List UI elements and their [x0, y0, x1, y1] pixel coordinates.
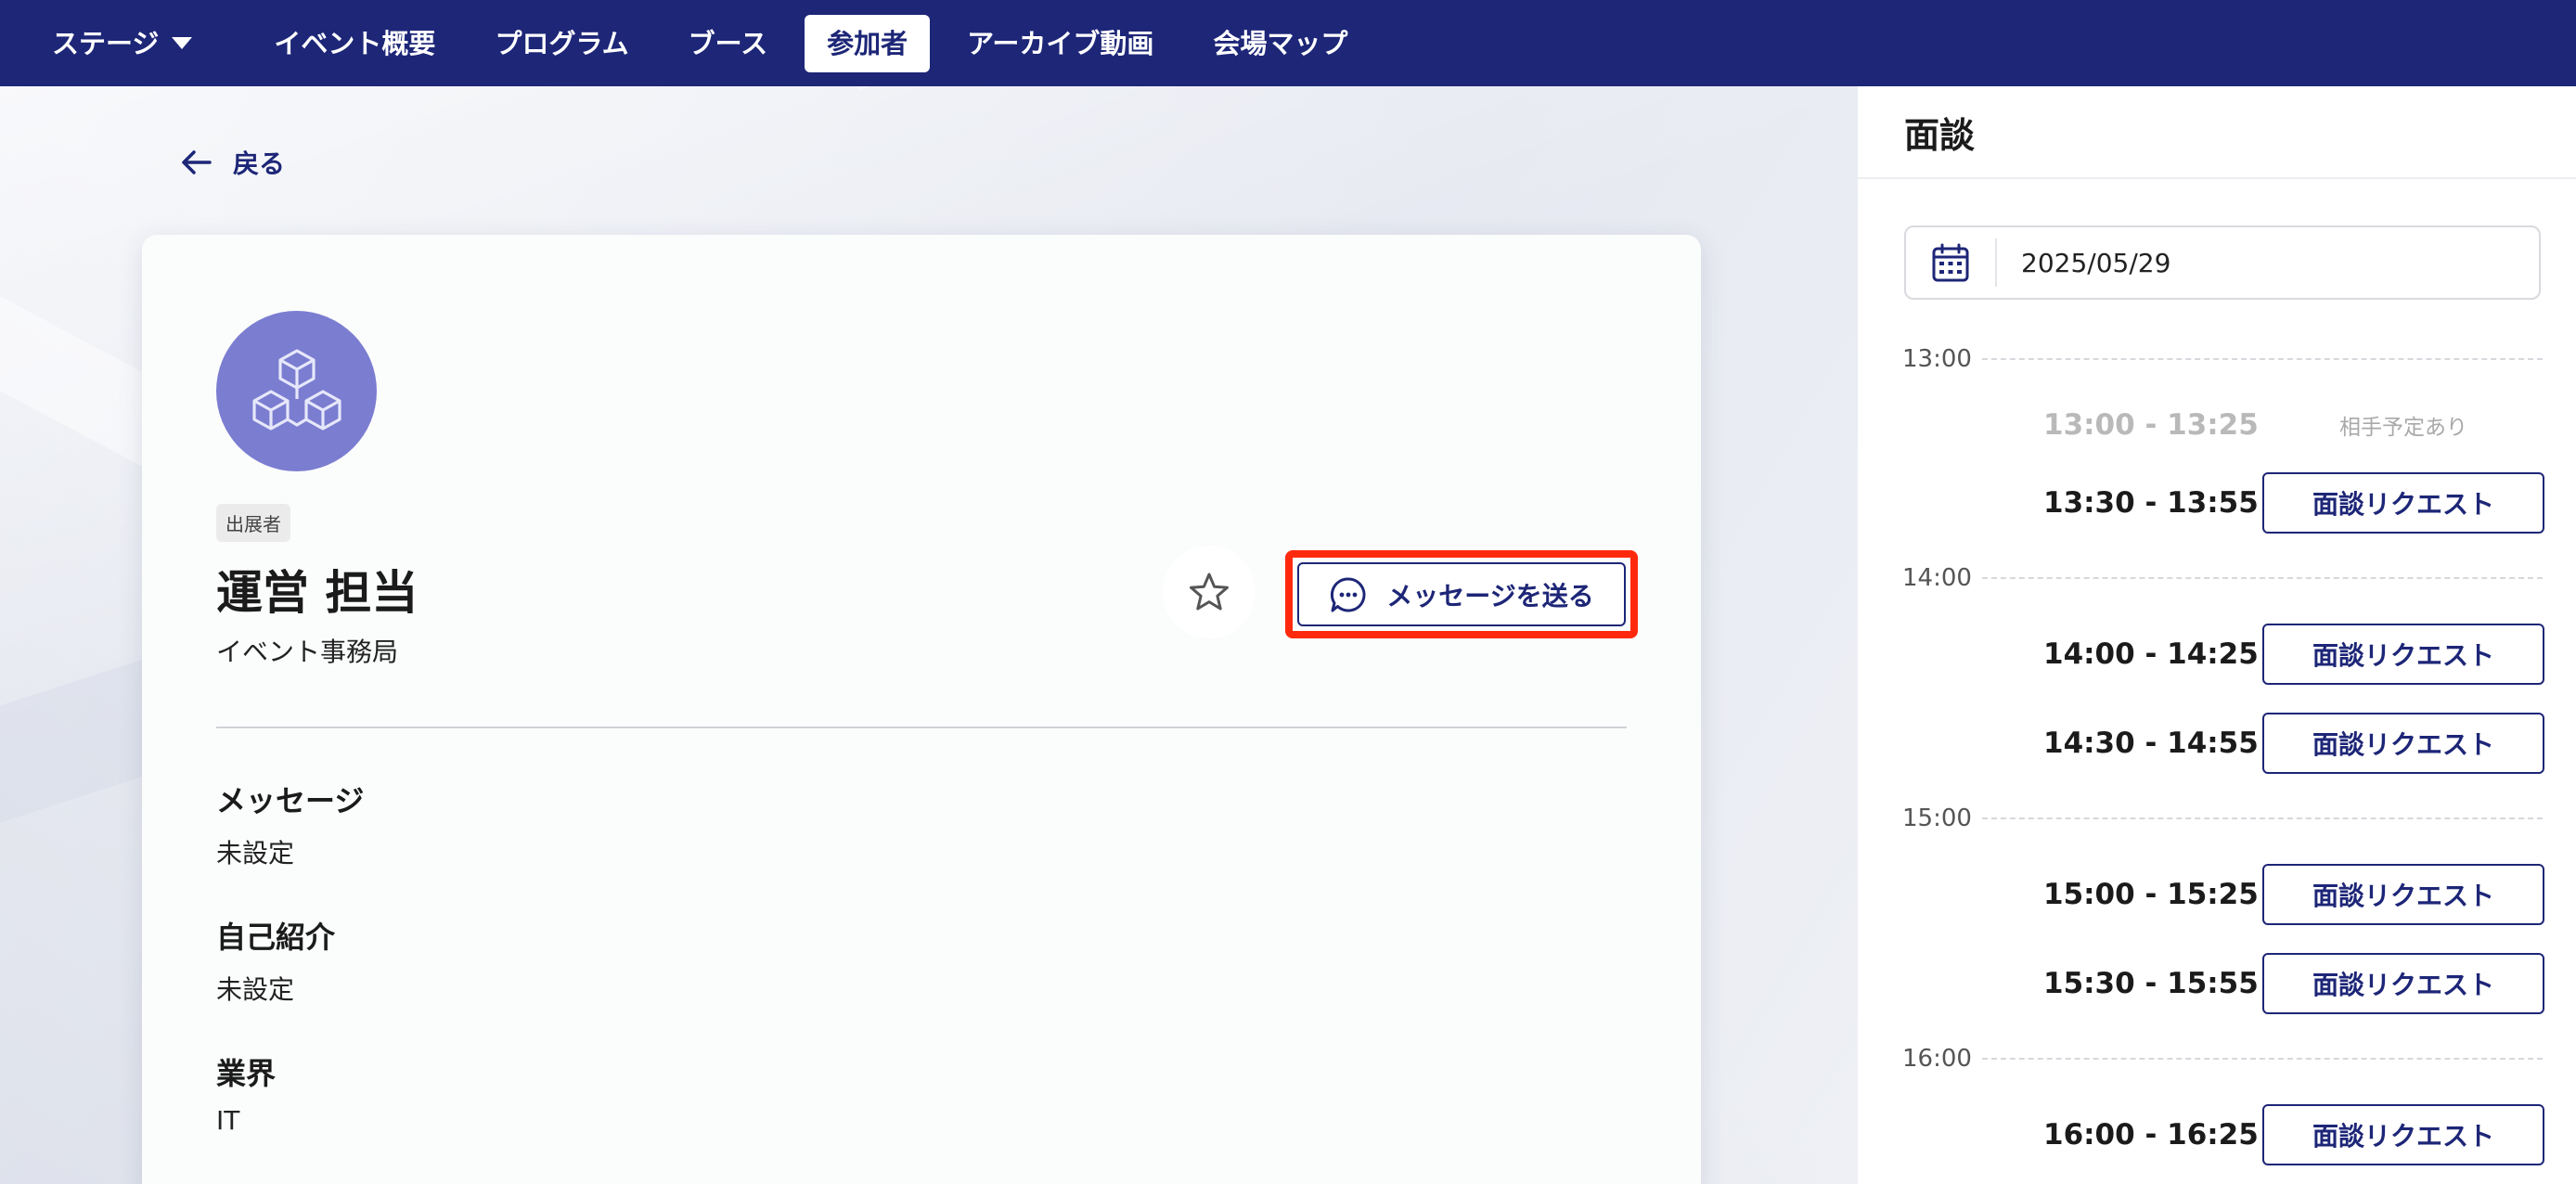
- meeting-request-button[interactable]: 面談リクエスト: [2262, 713, 2544, 774]
- hour-label: 16:00: [1902, 1045, 1972, 1073]
- hour-separator: 14:00: [1902, 564, 2543, 592]
- meeting-panel: 面談 2025/05/29 13:00 14:00 15:00 16:00 13…: [1858, 86, 2576, 1184]
- nav-item-label: プログラム: [495, 27, 629, 59]
- meeting-panel-header: 面談: [1858, 86, 2576, 179]
- hour-line: [1982, 358, 2543, 360]
- field-label-self-introduction: 自己紹介: [216, 920, 336, 955]
- profile-card: 出展者 運営 担当 イベント事務局 メッセージを送る メッセージ 未設定 自己紹…: [142, 235, 1701, 1184]
- hour-separator: 15:00: [1902, 804, 2543, 832]
- cubes-icon: [251, 348, 341, 431]
- slot-time: 14:00 - 14:25: [2043, 637, 2259, 671]
- date-value: 2025/05/29: [2021, 247, 2171, 278]
- favorite-button[interactable]: [1163, 546, 1256, 638]
- background-decoration: [835, 86, 1858, 91]
- arrow-left-icon: [182, 150, 212, 174]
- slot-time: 15:00 - 15:25: [2043, 878, 2259, 911]
- meeting-panel-title: 面談: [1904, 114, 1976, 156]
- hour-line: [1982, 817, 2543, 819]
- nav-item-event-overview[interactable]: イベント概要: [251, 15, 457, 72]
- date-picker-icon-area: [1906, 238, 1997, 287]
- meeting-request-button[interactable]: 面談リクエスト: [2262, 624, 2544, 685]
- avatar: [216, 311, 377, 471]
- meeting-request-button[interactable]: 面談リクエスト: [2262, 472, 2544, 534]
- hour-line: [1982, 1058, 2543, 1060]
- date-picker[interactable]: 2025/05/29: [1904, 225, 2541, 300]
- field-value-self-introduction: 未設定: [216, 974, 295, 1005]
- slot-time: 13:00 - 13:25: [2043, 408, 2259, 442]
- nav-item-stage[interactable]: ステージ: [52, 15, 214, 72]
- slot-time: 15:30 - 15:55: [2043, 967, 2259, 1000]
- hour-line: [1982, 577, 2543, 579]
- slot-time: 16:00 - 16:25: [2043, 1118, 2259, 1152]
- field-label-message: メッセージ: [216, 783, 365, 818]
- hour-separator: 13:00: [1902, 345, 2543, 373]
- nav-item-booth[interactable]: ブース: [666, 15, 791, 72]
- meeting-slot: 13:30 - 13:55 面談リクエスト: [2043, 472, 2544, 534]
- hour-label: 13:00: [1902, 345, 1972, 373]
- nav-item-label: イベント概要: [274, 27, 436, 59]
- nav-item-label: 参加者: [827, 27, 908, 59]
- nav-item-label: 会場マップ: [1213, 27, 1348, 59]
- nav-item-label: アーカイブ動画: [967, 27, 1154, 59]
- nav-item-label: ブース: [688, 27, 768, 59]
- slot-busy-label: 相手予定あり: [2339, 416, 2467, 440]
- meeting-slot: 14:00 - 14:25 面談リクエスト: [2043, 624, 2544, 685]
- nav-item-participants[interactable]: 参加者: [805, 14, 931, 72]
- organization-name: イベント事務局: [216, 637, 399, 667]
- field-value-industry: IT: [216, 1105, 240, 1136]
- meeting-slot: 14:30 - 14:55 面談リクエスト: [2043, 713, 2544, 774]
- field-label-industry: 業界: [216, 1056, 277, 1091]
- hour-label: 15:00: [1902, 804, 1972, 832]
- meeting-slot: 15:00 - 15:25 面談リクエスト: [2043, 864, 2544, 925]
- divider: [216, 727, 1627, 728]
- role-badge: 出展者: [216, 504, 290, 542]
- nav-item-label: ステージ: [52, 27, 160, 59]
- meeting-slot: 16:00 - 16:25 面談リクエスト: [2043, 1104, 2544, 1165]
- nav-item-archive-video[interactable]: アーカイブ動画: [945, 15, 1176, 72]
- send-message-button[interactable]: メッセージを送る: [1297, 562, 1626, 626]
- hour-label: 14:00: [1902, 564, 1972, 592]
- back-link[interactable]: 戻る: [181, 144, 285, 181]
- meeting-request-button[interactable]: 面談リクエスト: [2262, 953, 2544, 1014]
- meeting-request-button[interactable]: 面談リクエスト: [2262, 1104, 2544, 1165]
- meeting-request-button[interactable]: 面談リクエスト: [2262, 864, 2544, 925]
- slot-time: 13:30 - 13:55: [2043, 486, 2259, 520]
- field-value-message: 未設定: [216, 838, 295, 869]
- send-message-label: メッセージを送る: [1386, 580, 1594, 611]
- calendar-icon: [1932, 243, 1969, 282]
- meeting-slot: 13:00 - 13:25 相手予定あり: [2043, 394, 2544, 456]
- hour-separator: 16:00: [1902, 1045, 2543, 1073]
- back-link-label: 戻る: [233, 148, 286, 179]
- meeting-slot: 15:30 - 15:55 面談リクエスト: [2043, 953, 2544, 1014]
- nav-item-venue-map[interactable]: 会場マップ: [1191, 15, 1370, 72]
- slot-time: 14:30 - 14:55: [2043, 727, 2259, 760]
- nav-item-program[interactable]: プログラム: [472, 15, 650, 72]
- star-icon: [1190, 573, 1229, 611]
- chat-bubble-icon: [1331, 576, 1366, 611]
- person-name: 運営 担当: [216, 566, 419, 620]
- caret-down-icon: [172, 37, 193, 49]
- top-navigation: ステージ イベント概要 プログラム ブース 参加者 アーカイブ動画 会場マップ: [0, 0, 2576, 86]
